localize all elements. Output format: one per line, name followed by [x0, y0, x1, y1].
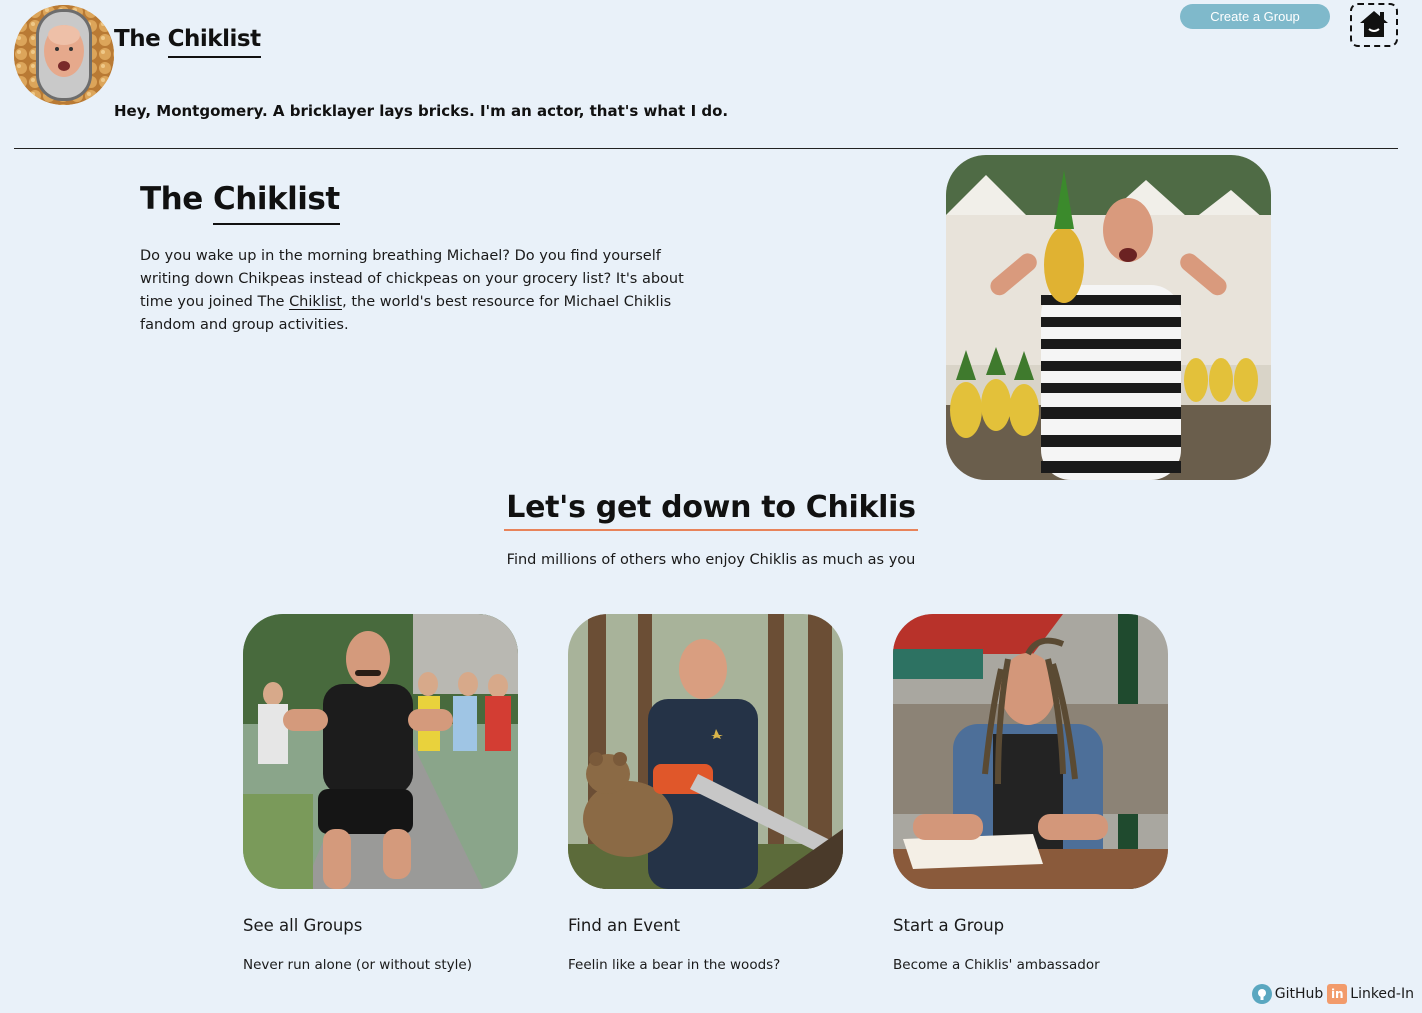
intro-text: Do you wake up in the morning breathing …: [140, 245, 700, 337]
site-title-prefix: The: [114, 26, 168, 52]
section-subtitle: Find millions of others who enjoy Chikli…: [506, 552, 916, 568]
card-desc-event: Feelin like a bear in the woods?: [568, 957, 781, 973]
section-title-text: Let's get down to Chiklis: [504, 490, 919, 531]
footer: GitHub in Linked-In: [1251, 984, 1414, 1004]
card-title-start[interactable]: Start a Group: [893, 916, 1168, 935]
site-logo[interactable]: [14, 5, 114, 105]
tagline: Hey, Montgomery. A bricklayer lays brick…: [114, 102, 729, 120]
card-find-event: Find an Event Feelin like a bear in the …: [568, 614, 843, 973]
home-button[interactable]: [1350, 3, 1398, 47]
github-link[interactable]: GitHub: [1251, 984, 1324, 1004]
github-icon: [1251, 984, 1272, 1004]
intro-text-word: Chiklist: [289, 294, 343, 310]
card-image-start[interactable]: [893, 614, 1168, 889]
card-desc-groups: Never run alone (or without style): [243, 957, 472, 973]
card-image-groups[interactable]: [243, 614, 518, 889]
section-title: Let's get down to Chiklis: [0, 490, 1422, 531]
page: The Chiklist Hey, Montgomery. A bricklay…: [0, 0, 1422, 1013]
create-group-button[interactable]: Create a Group: [1180, 4, 1330, 29]
linkedin-link[interactable]: in Linked-In: [1327, 984, 1414, 1004]
card-desc-start: Become a Chiklis' ambassador: [893, 957, 1100, 973]
card-image-event[interactable]: [568, 614, 843, 889]
linkedin-icon: in: [1327, 984, 1348, 1004]
hero-image: [946, 155, 1271, 480]
intro-title: The Chiklist: [140, 181, 340, 225]
linkedin-label: Linked-In: [1350, 986, 1414, 1002]
github-label: GitHub: [1274, 986, 1324, 1002]
site-title: The Chiklist: [114, 26, 261, 58]
intro-title-word: Chiklist: [213, 181, 340, 225]
intro-title-prefix: The: [140, 181, 214, 217]
card-title-groups[interactable]: See all Groups: [243, 916, 518, 935]
card-start-group: Start a Group Become a Chiklis' ambassad…: [893, 614, 1168, 973]
home-icon: [1358, 9, 1390, 42]
site-title-word: Chiklist: [167, 26, 261, 58]
card-see-all-groups: See all Groups Never run alone (or witho…: [243, 614, 518, 973]
card-title-event[interactable]: Find an Event: [568, 916, 843, 935]
header-divider: [14, 148, 1398, 149]
